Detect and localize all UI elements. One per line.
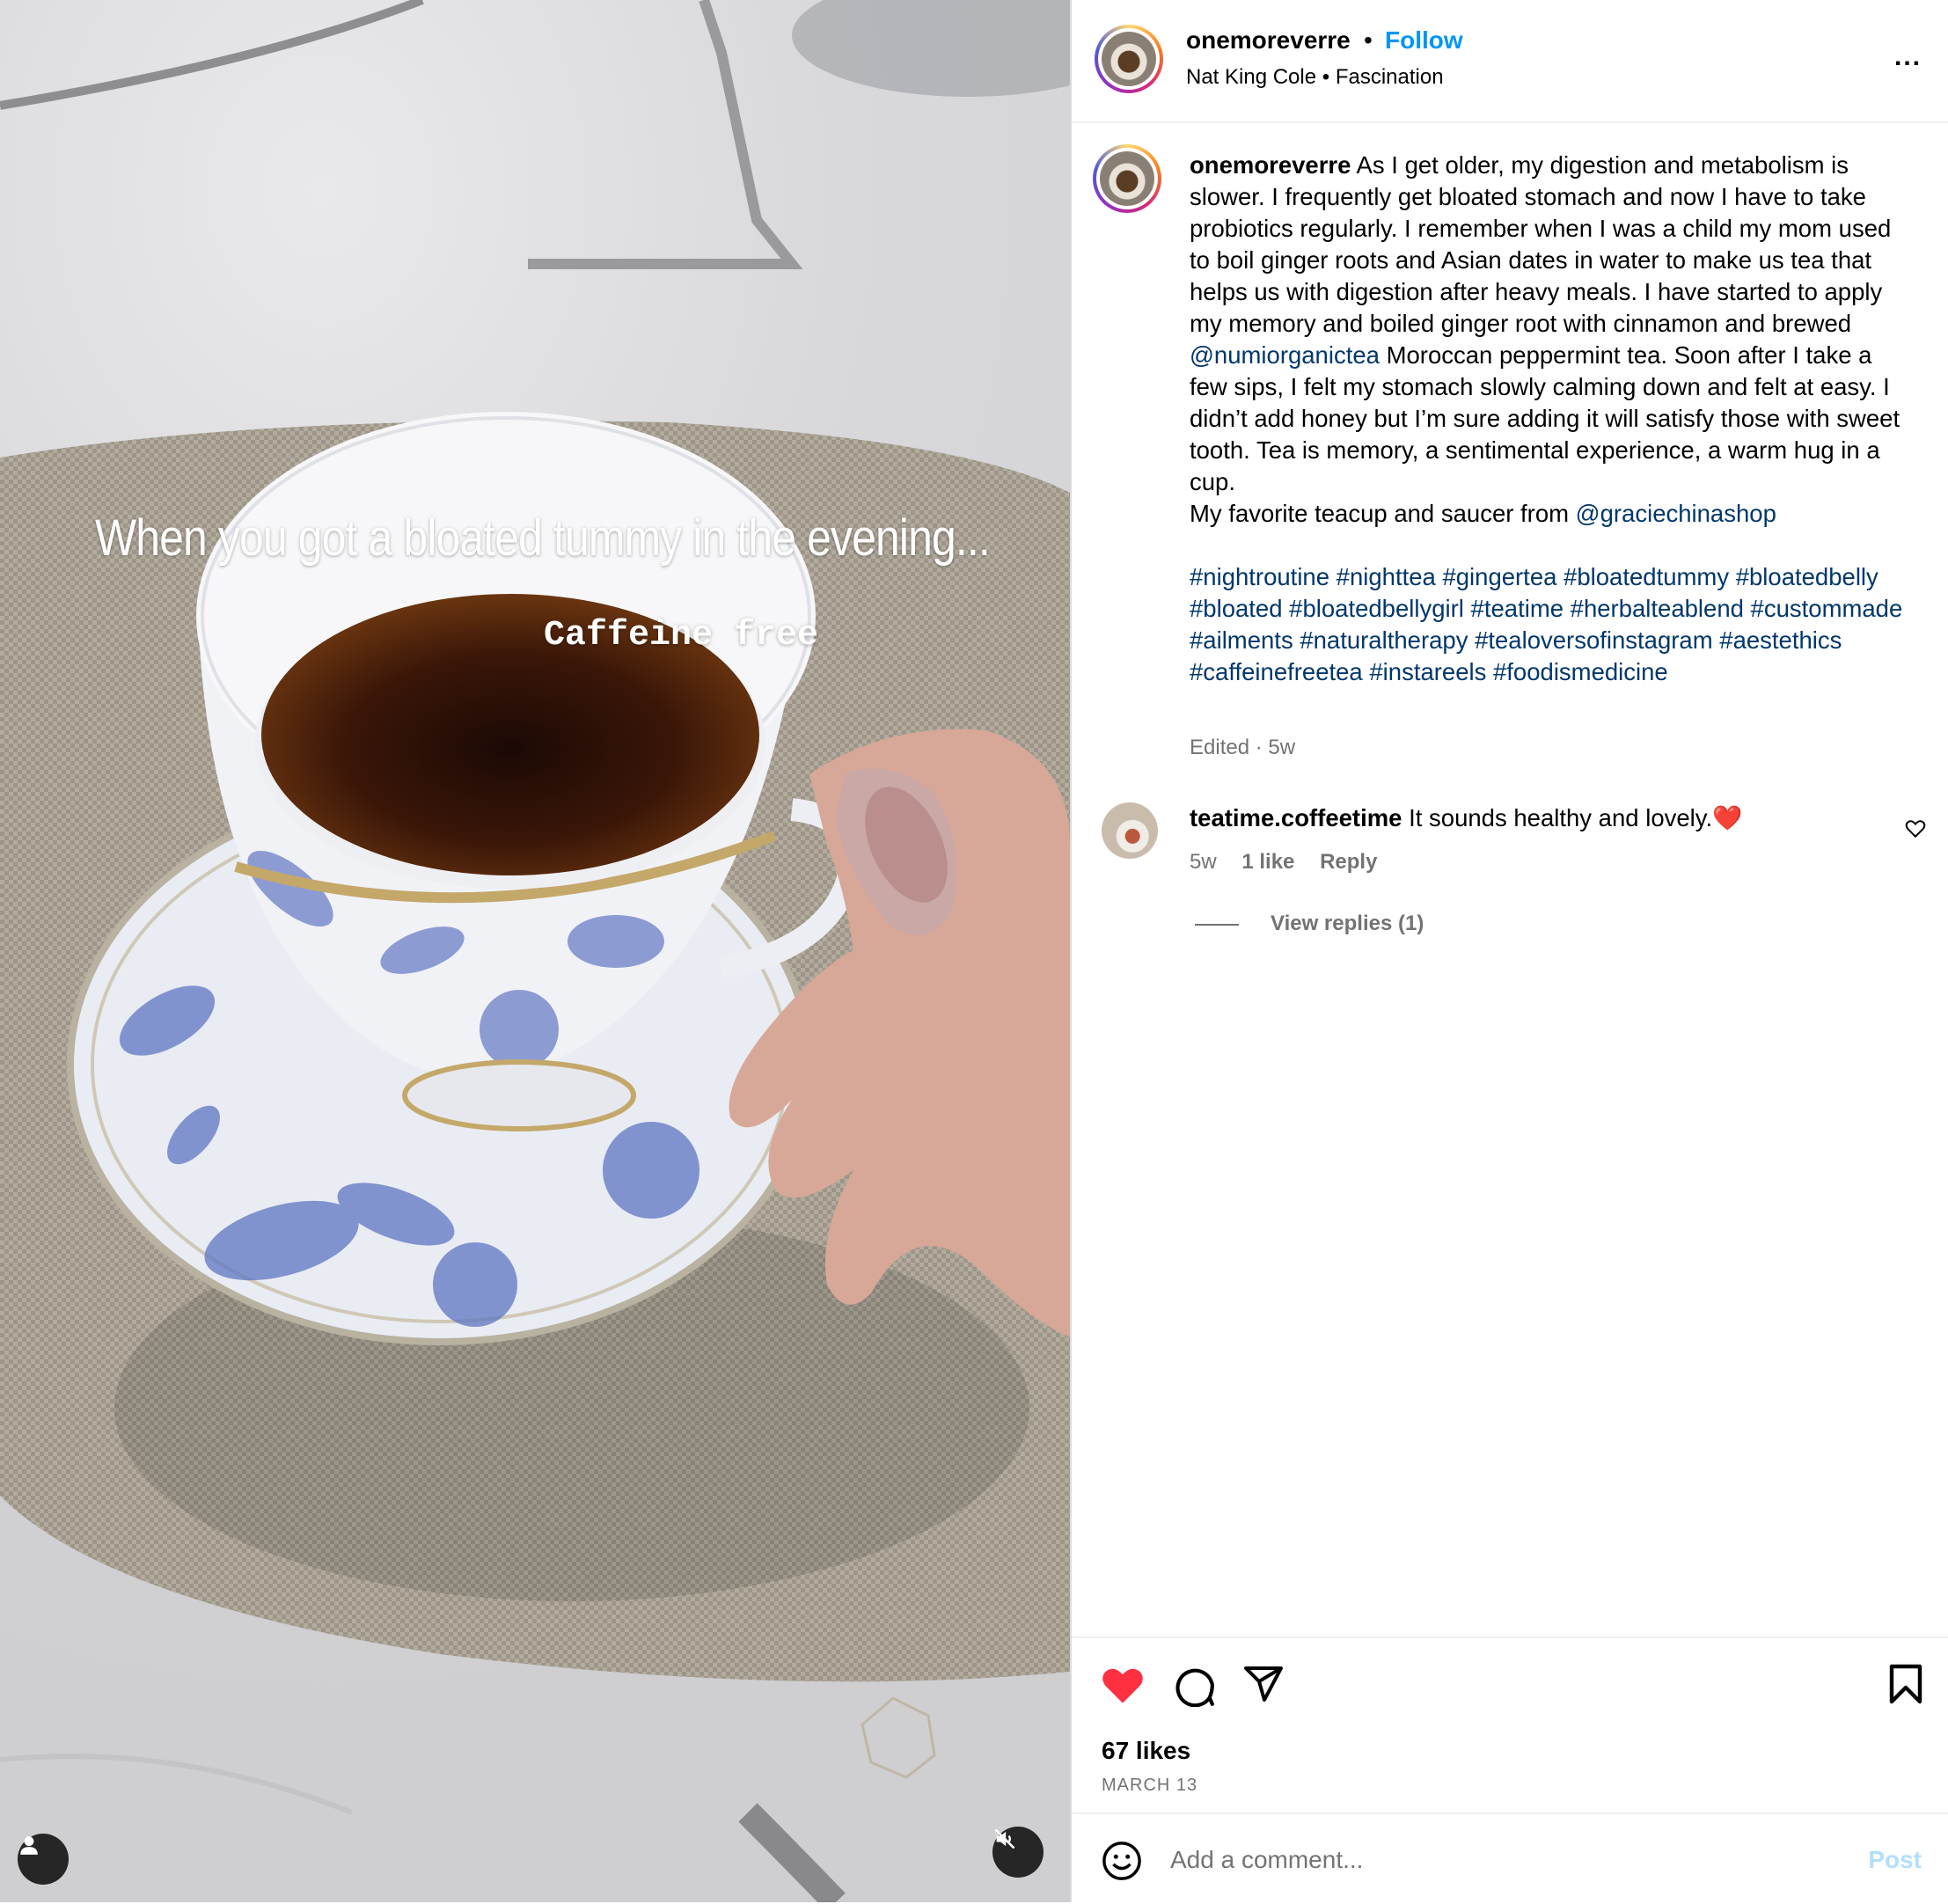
post-caption: onemoreverre As I get older, my digestio… [1190,150,1911,688]
save-bookmark-icon[interactable] [1886,1663,1925,1705]
commenter-username[interactable]: teatime.coffeetime [1190,804,1402,831]
emoji-icon[interactable] [1102,1841,1142,1881]
post-actions: 67 likes MARCH 13 [1072,1637,1948,1814]
header-separator: • [1364,26,1373,54]
reel-video[interactable]: When you got a bloated tummy in the even… [0,0,1070,1902]
post-comment-button[interactable]: Post [1868,1846,1922,1874]
author-avatar[interactable] [1095,25,1163,93]
comment-bar: Post [1072,1812,1948,1904]
comment-icon[interactable] [1172,1663,1216,1707]
audio-info[interactable]: Nat King Cole • Fascination [1186,65,1444,90]
user-tags-button[interactable] [18,1834,69,1885]
mention-graciechinashop[interactable]: @graciechinashop [1576,500,1776,527]
video-overlay-title: When you got a bloated tummy in the even… [95,509,991,567]
caption-text-1: As I get older, my digestion and metabol… [1190,151,1892,337]
mute-button[interactable] [992,1827,1044,1878]
add-comment-input[interactable] [1170,1846,1786,1874]
video-overlay-subtitle: Caffeine free [544,616,819,655]
comment: teatime.coffeetime It sounds healthy and… [1190,803,1742,832]
comment-meta: 5w 1 like Reply [1190,850,1396,875]
music-artist: Nat King Cole [1186,65,1317,89]
comment-like-heart-icon[interactable] [1904,817,1927,839]
post-header: onemoreverre • Follow Nat King Cole • Fa… [1072,0,1948,123]
mention-numiorganictea[interactable]: @numiorganictea [1190,341,1380,369]
follow-button[interactable]: Follow [1385,26,1463,55]
likes-count[interactable]: 67 likes [1102,1737,1190,1765]
view-replies-button[interactable]: View replies (1) [1195,912,1424,936]
caption-meta: Edited · 5w [1190,736,1296,759]
comment-reply-button[interactable]: Reply [1320,850,1377,874]
post-date: MARCH 13 [1102,1776,1198,1795]
post-panel: onemoreverre • Follow Nat King Cole • Fa… [1072,0,1948,1902]
share-icon[interactable] [1242,1663,1285,1705]
caption-avatar[interactable] [1093,144,1161,213]
comment-likes[interactable]: 1 like [1241,850,1294,874]
comment-time: 5w [1190,850,1217,874]
comment-text: It sounds healthy and lovely.❤️ [1402,804,1743,831]
music-separator: • [1322,65,1330,89]
muted-speaker-icon [994,1828,1015,1849]
liked-heart-icon[interactable] [1100,1663,1146,1705]
more-options-button[interactable]: ... [1894,42,1922,72]
view-replies-label: View replies (1) [1271,912,1424,935]
author-username[interactable]: onemoreverre [1186,26,1351,55]
music-title: Fascination [1335,65,1444,89]
reel-image [0,0,1070,1902]
caption-text-3: My favorite teacup and saucer from [1190,500,1576,527]
caption-hashtags[interactable]: #nightroutine #nighttea #gingertea #bloa… [1190,561,1911,688]
user-icon [20,1836,38,1855]
caption-username[interactable]: onemoreverre [1190,151,1351,179]
commenter-avatar[interactable] [1102,802,1158,859]
